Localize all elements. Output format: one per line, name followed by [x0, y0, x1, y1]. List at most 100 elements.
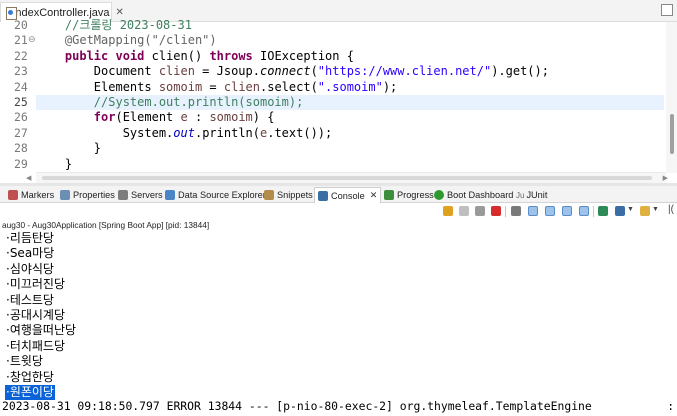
current-code-line: //System.out.println(somoim);: [36, 95, 664, 111]
editor-horizontal-scrollbar[interactable]: ◀ ▶: [26, 172, 668, 183]
line-number-gutter: 20 21 ⊖ 22 23 24 25 26 27 28 29: [0, 18, 36, 183]
tab-properties[interactable]: Properties: [60, 187, 115, 203]
close-icon[interactable]: ✕: [370, 190, 378, 201]
code-text: );: [382, 79, 398, 94]
more-views-icon[interactable]: |(: [668, 204, 674, 215]
line-number: 27: [14, 125, 28, 140]
scrollbar-thumb[interactable]: [670, 114, 674, 154]
code-line: }: [36, 141, 664, 156]
scroll-lock-icon[interactable]: [528, 206, 538, 216]
console-line: ·미끄러진당: [6, 277, 66, 292]
keyword: public: [64, 48, 109, 63]
tab-label: Data Source Explorer: [178, 190, 266, 200]
variable: somoim: [158, 79, 203, 94]
junit-icon: Ju: [516, 190, 525, 200]
code-line: System.out.println(e.text());: [36, 126, 664, 141]
line-number: 28: [14, 141, 28, 156]
tab-junit[interactable]: Ju JUnit: [516, 187, 547, 203]
display-console-icon[interactable]: [615, 206, 625, 216]
scroll-right-icon[interactable]: ▶: [663, 174, 668, 182]
code-text: :: [187, 110, 210, 125]
console-output[interactable]: ·리듬탄당 ·Sea마당 ·심야식당 ·미끄러진당 ·테스트당 ·공대시계당 ·…: [0, 231, 677, 402]
code-text: (: [310, 64, 318, 79]
servers-icon: [118, 190, 128, 200]
boot-dashboard-icon: [434, 190, 444, 200]
remove-all-terminated-icon[interactable]: [475, 206, 485, 216]
properties-icon: [60, 190, 70, 200]
variable: clien: [158, 64, 195, 79]
tab-console[interactable]: Console ✕: [314, 187, 382, 203]
line-number: 29: [14, 156, 28, 171]
code-line: //크롤링 2023-08-31: [36, 18, 664, 33]
code-text: System.: [122, 125, 174, 140]
code-text: .select(: [260, 79, 318, 94]
variable: e: [180, 110, 188, 125]
editor-vertical-scrollbar[interactable]: [666, 22, 677, 173]
tab-label: JUnit: [526, 190, 548, 200]
code-text: }: [93, 141, 102, 156]
code-text: .text());: [267, 125, 333, 140]
line-number: 26: [14, 110, 28, 125]
tab-markers[interactable]: Markers: [8, 187, 54, 203]
remove-launch-icon[interactable]: [459, 206, 469, 216]
fold-collapse-icon[interactable]: ⊖: [28, 35, 36, 45]
tab-data-source-explorer[interactable]: Data Source Explorer: [165, 187, 266, 203]
line-number: 20: [14, 18, 28, 32]
code-line: }: [36, 157, 664, 172]
tab-label: Properties: [73, 190, 115, 200]
show-stdout-icon[interactable]: [562, 206, 572, 216]
line-number: 24: [14, 79, 28, 94]
variable: clien: [223, 79, 260, 94]
code-text: .println(: [194, 125, 260, 140]
chevron-down-icon[interactable]: ▼: [652, 206, 659, 213]
code-text: ).get();: [491, 64, 549, 79]
tab-boot-dashboard[interactable]: Boot Dashboard: [434, 187, 513, 203]
console-icon: [318, 190, 328, 201]
string-literal: ".somoim": [317, 79, 383, 94]
line-number: 22: [14, 48, 28, 63]
console-line: ·여행을떠난당: [6, 323, 77, 338]
line-number: 23: [14, 64, 28, 79]
keyword: for: [93, 110, 116, 125]
views-tab-bar: Markers Properties Servers Data Source E…: [0, 186, 677, 203]
annotation: @GetMapping("/clien"): [64, 33, 217, 48]
tab-snippets[interactable]: Snippets: [264, 187, 313, 203]
code-text: = Jsoup.: [194, 64, 260, 79]
java-editor[interactable]: *IndexController.java ✕ 20 21 ⊖ 22 23 24…: [0, 0, 677, 183]
chevron-down-icon[interactable]: ▼: [627, 206, 634, 213]
tab-progress[interactable]: Progress: [384, 187, 434, 203]
scrollbar-thumb[interactable]: [42, 176, 652, 180]
progress-icon: [384, 190, 394, 200]
string-literal: "https://www.clien.net/": [317, 64, 492, 79]
code-text: Elements: [93, 79, 159, 94]
console-line: ·창업한당: [6, 369, 54, 384]
maximize-icon[interactable]: [661, 4, 673, 16]
code-line: @GetMapping("/clien"): [36, 33, 664, 48]
terminate-relaunch-icon[interactable]: [443, 206, 453, 216]
word-wrap-icon[interactable]: [545, 206, 555, 216]
console-log-line: 2023-08-31 09:18:50.797 ERROR 13844 --- …: [2, 399, 677, 413]
code-text: Document: [93, 64, 159, 79]
tab-label: Snippets: [277, 190, 313, 200]
terminate-icon[interactable]: [491, 206, 501, 216]
clear-console-icon[interactable]: [511, 206, 521, 216]
code-area[interactable]: //크롤링 2023-08-31 @GetMapping("/clien") p…: [36, 18, 664, 172]
console-line: ·심야식당: [6, 261, 54, 276]
comment: //System.out.println(somoim);: [93, 95, 304, 109]
line-number: 25: [14, 95, 28, 109]
code-text: clien(): [144, 48, 210, 63]
close-icon[interactable]: ✕: [116, 7, 124, 18]
tab-servers[interactable]: Servers: [118, 187, 163, 203]
keyword: void: [115, 48, 145, 63]
tab-label: Markers: [21, 190, 55, 200]
variable: somoim: [209, 110, 253, 125]
open-console-icon[interactable]: [640, 206, 650, 216]
show-stderr-icon[interactable]: [579, 206, 589, 216]
console-line: ·리듬탄당: [6, 231, 54, 245]
pin-console-icon[interactable]: [598, 206, 608, 216]
toolbar-separator: [505, 206, 506, 217]
code-text: IOException {: [252, 48, 354, 63]
tab-label: Console: [331, 190, 365, 201]
scroll-left-icon[interactable]: ◀: [26, 174, 31, 182]
data-source-icon: [165, 190, 175, 200]
